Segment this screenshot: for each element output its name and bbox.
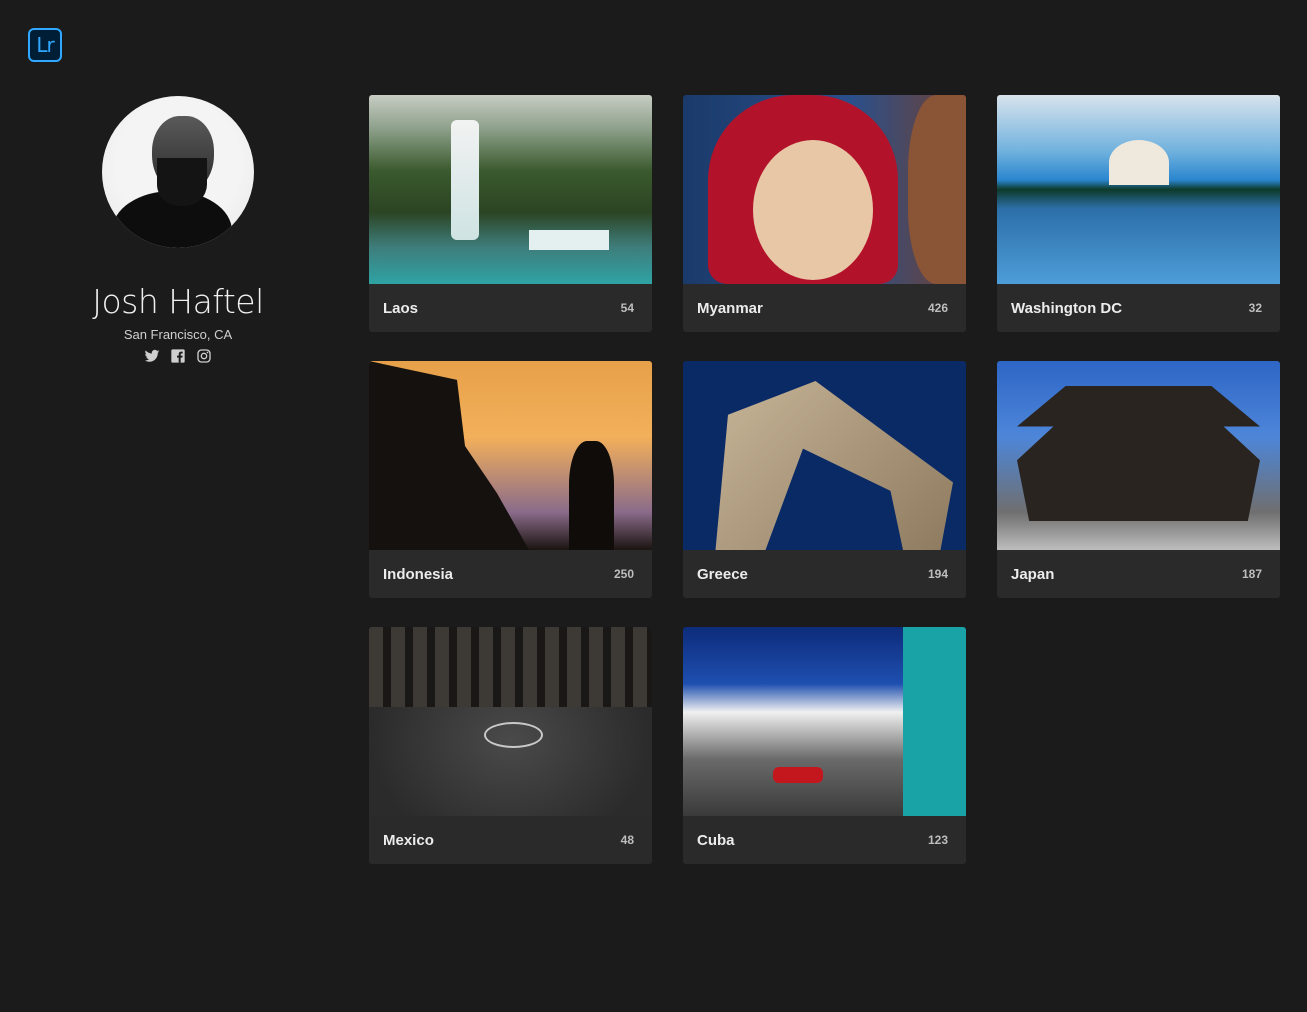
album-thumbnail[interactable]	[683, 361, 966, 550]
profile-location: San Francisco, CA	[123, 327, 233, 342]
album-thumbnail[interactable]	[369, 627, 652, 816]
social-links	[60, 348, 296, 364]
profile-panel: Josh Haftel San Francisco, CA	[60, 96, 296, 364]
album-title: Cuba	[697, 831, 735, 849]
avatar	[102, 96, 254, 248]
logo-text: Lr	[36, 33, 54, 57]
album-thumbnail[interactable]	[997, 95, 1280, 284]
instagram-icon[interactable]	[196, 348, 212, 364]
album-thumbnail[interactable]	[369, 361, 652, 550]
album-count: 54	[620, 301, 634, 315]
album-thumbnail[interactable]	[683, 95, 966, 284]
album-count: 194	[927, 567, 948, 581]
album-count: 48	[620, 833, 634, 847]
album-title: Greece	[697, 565, 748, 583]
album-card-indonesia[interactable]: Indonesia 250	[369, 361, 652, 598]
album-grid: Laos 54 Myanmar 426 Washington DC 32 Indone…	[369, 95, 1280, 864]
album-card-myanmar[interactable]: Myanmar 426	[683, 95, 966, 332]
lightroom-logo[interactable]: Lr	[28, 28, 62, 62]
album-card-cuba[interactable]: Cuba 123	[683, 627, 966, 864]
profile-name: Josh Haftel	[92, 282, 264, 321]
album-count: 32	[1248, 301, 1262, 315]
album-card-greece[interactable]: Greece 194	[683, 361, 966, 598]
album-count: 123	[927, 833, 948, 847]
twitter-icon[interactable]	[144, 348, 160, 364]
album-card-mexico[interactable]: Mexico 48	[369, 627, 652, 864]
album-card-washington-dc[interactable]: Washington DC 32	[997, 95, 1280, 332]
album-count: 250	[613, 567, 634, 581]
album-card-japan[interactable]: Japan 187	[997, 361, 1280, 598]
album-title: Washington DC	[1011, 299, 1123, 317]
album-thumbnail[interactable]	[683, 627, 966, 816]
album-title: Japan	[1011, 565, 1055, 583]
album-thumbnail[interactable]	[997, 361, 1280, 550]
album-title: Myanmar	[697, 299, 763, 317]
album-title: Laos	[383, 299, 419, 317]
album-title: Mexico	[383, 831, 434, 849]
album-count: 426	[927, 301, 948, 315]
facebook-icon[interactable]	[170, 348, 186, 364]
album-title: Indonesia	[383, 565, 454, 583]
album-thumbnail[interactable]	[369, 95, 652, 284]
album-count: 187	[1241, 567, 1262, 581]
album-card-laos[interactable]: Laos 54	[369, 95, 652, 332]
